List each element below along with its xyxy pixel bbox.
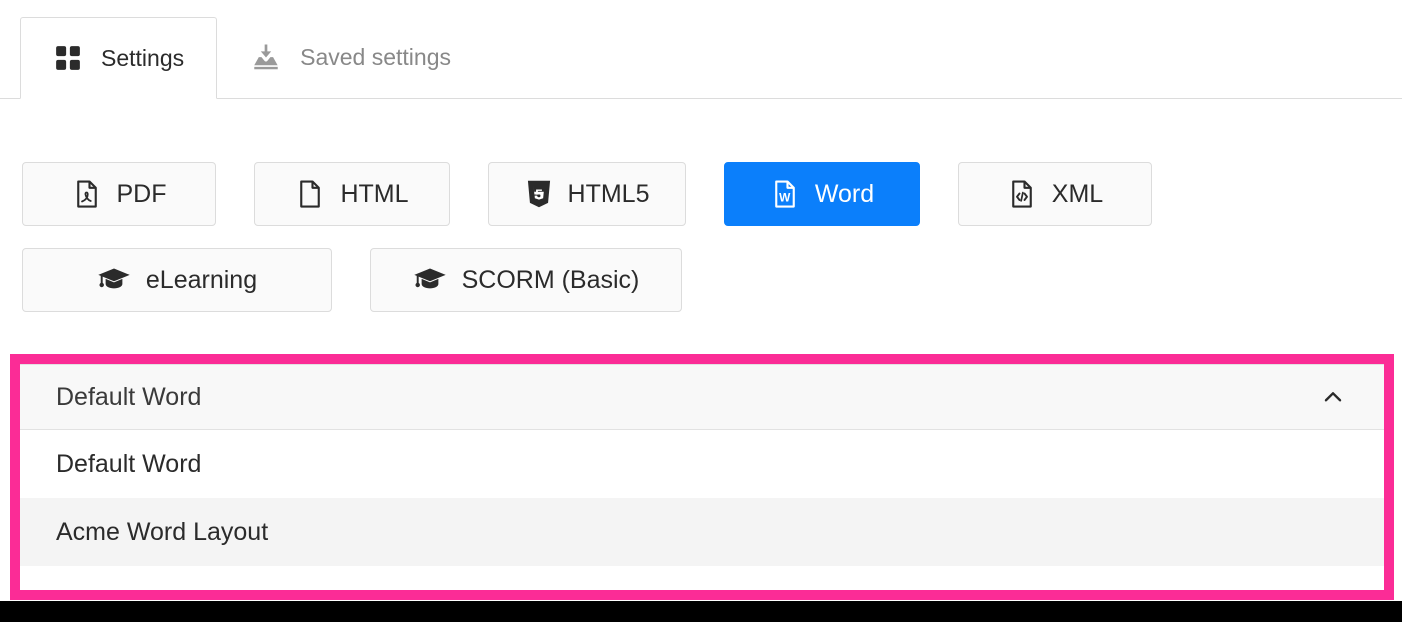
- settings-panel: Settings Saved settings: [0, 0, 1402, 622]
- layout-option-acme-word-layout[interactable]: Acme Word Layout: [20, 498, 1384, 566]
- format-button-xml[interactable]: XML: [958, 162, 1152, 226]
- file-pdf-icon: [72, 179, 102, 209]
- tab-saved-settings[interactable]: Saved settings: [217, 16, 484, 98]
- format-row-primary: PDF HTML 5: [22, 162, 1382, 226]
- file-code-icon: [1007, 179, 1037, 209]
- highlight-annotation-box: Default Word Default Word Acme Word Layo…: [10, 354, 1394, 600]
- tab-strip: Settings Saved settings: [0, 0, 1402, 99]
- format-button-scorm-basic-label: SCORM (Basic): [462, 266, 640, 295]
- graduation-cap-icon: [413, 265, 447, 295]
- svg-text:5: 5: [535, 186, 543, 202]
- layout-option-label: Acme Word Layout: [56, 518, 268, 547]
- layout-dropdown-toggle[interactable]: Default Word: [20, 364, 1384, 430]
- format-button-xml-label: XML: [1052, 180, 1103, 209]
- format-button-html5[interactable]: 5 HTML5: [488, 162, 686, 226]
- svg-text:W: W: [779, 191, 791, 205]
- format-button-word-label: Word: [815, 180, 874, 209]
- layout-option-default-word[interactable]: Default Word: [20, 430, 1384, 498]
- file-blank-icon: [295, 179, 325, 209]
- format-button-word[interactable]: W Word: [724, 162, 920, 226]
- format-button-elearning[interactable]: eLearning: [22, 248, 332, 312]
- bottom-bar: [0, 601, 1402, 622]
- chevron-up-icon[interactable]: [1320, 384, 1346, 410]
- format-button-html-label: HTML: [340, 180, 408, 209]
- layout-dropdown: Default Word Default Word Acme Word Layo…: [20, 364, 1384, 590]
- format-button-pdf-label: PDF: [117, 180, 167, 209]
- graduation-cap-icon: [97, 265, 131, 295]
- format-row-secondary: eLearning SCORM (Basic): [22, 248, 1382, 312]
- html5-shield-icon: 5: [525, 179, 553, 209]
- layout-option-label: Default Word: [56, 450, 201, 479]
- tab-settings[interactable]: Settings: [20, 17, 217, 99]
- layout-dropdown-selected-value: Default Word: [56, 383, 1320, 412]
- tab-saved-settings-label: Saved settings: [300, 44, 451, 71]
- output-format-selector: PDF HTML 5: [22, 162, 1382, 334]
- format-button-pdf[interactable]: PDF: [22, 162, 216, 226]
- file-word-icon: W: [770, 179, 800, 209]
- format-button-html5-label: HTML5: [568, 180, 650, 209]
- tab-settings-label: Settings: [101, 45, 184, 72]
- format-button-html[interactable]: HTML: [254, 162, 450, 226]
- download-tray-icon: [250, 41, 282, 73]
- grid-icon: [53, 43, 83, 73]
- format-button-scorm-basic[interactable]: SCORM (Basic): [370, 248, 682, 312]
- format-button-elearning-label: eLearning: [146, 266, 257, 295]
